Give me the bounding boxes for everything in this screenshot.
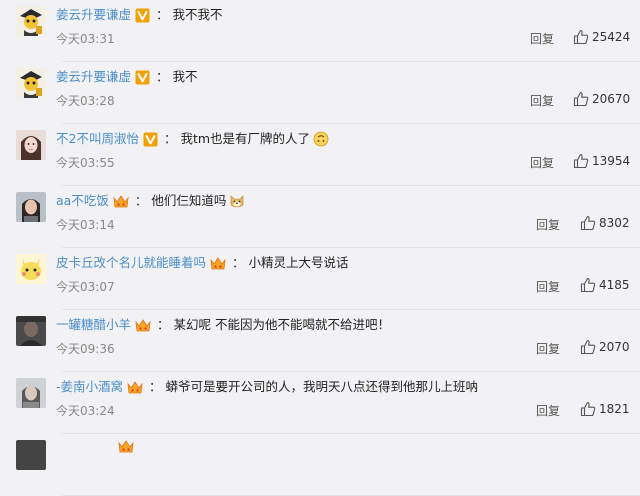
like-count: 2070	[599, 340, 630, 354]
avatar-pikachu-icon[interactable]	[16, 254, 46, 284]
avatar-dark-icon[interactable]	[16, 316, 46, 346]
comment-text: 我不	[172, 69, 198, 84]
username-link[interactable]: 不2不叫周淑怡	[56, 129, 139, 149]
colon-separator: ：	[134, 193, 148, 208]
comment-list: 姜云升要谦虚 ： 我不我不 今天03:31 回复 25424 姜云升要谦虚 ： …	[0, 0, 640, 496]
crown-badge-icon	[210, 256, 226, 271]
verified-v-badge-icon	[135, 8, 150, 23]
crown-badge-icon	[127, 380, 143, 395]
comment-header: aa不吃饭 ： 他们仨知道吗	[56, 191, 245, 211]
comment-text: 小精灵上大号说话	[248, 255, 349, 270]
thumbs-up-icon	[580, 215, 596, 231]
like-button[interactable]: 4185	[580, 277, 630, 293]
verified-v-badge-icon	[135, 70, 150, 85]
avatar-partial-icon	[16, 440, 46, 470]
username-link[interactable]: 姜云升要谦虚	[56, 67, 131, 87]
avatar-cartoon-icon[interactable]	[16, 6, 46, 36]
avatar-girl-icon[interactable]	[16, 130, 46, 160]
thumbs-up-icon	[580, 339, 596, 355]
comment-header: 皮卡丘改个名儿就能睡着吗 ： 小精灵上大号说话	[56, 253, 349, 273]
avatar-cartoon-icon[interactable]	[16, 68, 46, 98]
comment-text: 蟒爷可是要开公司的人，我明天八点还得到他那儿上班呐	[165, 379, 479, 394]
thumbs-up-icon	[573, 91, 589, 107]
comment-item: 皮卡丘改个名儿就能睡着吗 ： 小精灵上大号说话 今天03:07 回复 4185	[0, 248, 640, 310]
reply-button[interactable]: 回复	[536, 278, 560, 295]
comment-time: 今天03:55	[56, 156, 115, 170]
colon-separator: ：	[156, 69, 169, 84]
like-count: 25424	[592, 30, 631, 44]
avatar-person-icon[interactable]	[16, 192, 46, 222]
comment-header: 不2不叫周淑怡 ： 我tm也是有厂牌的人了	[56, 129, 329, 149]
verified-v-badge-icon	[143, 132, 158, 147]
comment-text: 我tm也是有厂牌的人了	[180, 131, 311, 146]
comment-text: 我不我不	[172, 7, 223, 22]
comment-item-partial	[0, 434, 640, 496]
comment-item: 不2不叫周淑怡 ： 我tm也是有厂牌的人了 今天03:55 回复 13954	[0, 124, 640, 186]
comment-item: aa不吃饭 ： 他们仨知道吗 今天03:14 回复 8302	[0, 186, 640, 248]
thumbs-up-icon	[573, 29, 589, 45]
comment-header: 姜云升要谦虚 ： 我不	[56, 67, 198, 87]
like-button[interactable]: 2070	[580, 339, 630, 355]
comment-time: 今天03:31	[56, 32, 115, 46]
like-count: 4185	[599, 278, 630, 292]
reply-button[interactable]: 回复	[536, 402, 560, 419]
comment-time: 今天03:28	[56, 94, 115, 108]
like-count: 13954	[592, 154, 631, 168]
crown-badge-icon	[135, 318, 151, 333]
like-button[interactable]: 1821	[580, 401, 630, 417]
comment-item: 姜云升要谦虚 ： 我不我不 今天03:31 回复 25424	[0, 0, 640, 62]
comment-text: 某幻呢 不能因为他不能喝就不给进吧！	[173, 317, 391, 332]
colon-separator: ：	[232, 255, 245, 270]
comment-item: 姜云升要谦虚 ： 我不 今天03:28 回复 20670	[0, 62, 640, 124]
comment-time: 今天03:14	[56, 218, 115, 232]
like-button[interactable]: 20670	[573, 91, 630, 107]
reply-button[interactable]: 回复	[536, 216, 560, 233]
like-button[interactable]: 8302	[580, 215, 630, 231]
colon-separator: ：	[157, 317, 170, 332]
comment-time: 今天03:07	[56, 280, 115, 294]
like-button[interactable]: 13954	[573, 153, 630, 169]
comment-time: 今天09:36	[56, 342, 115, 356]
thumbs-up-icon	[580, 277, 596, 293]
comment-text: 他们仨知道吗	[151, 193, 227, 208]
like-button[interactable]: 25424	[573, 29, 630, 45]
reply-button[interactable]: 回复	[530, 30, 554, 47]
crown-badge-icon	[113, 194, 129, 209]
thumbs-up-icon	[580, 401, 596, 417]
comment-item: 一罐糖醋小羊 ： 某幻呢 不能因为他不能喝就不给进吧！ 今天09:36 回复 2…	[0, 310, 640, 372]
reply-button[interactable]: 回复	[530, 92, 554, 109]
like-count: 8302	[599, 216, 630, 230]
username-link[interactable]: aa不吃饭	[56, 191, 109, 211]
comment-header: -姜南小酒窝 ： 蟒爷可是要开公司的人，我明天八点还得到他那儿上班呐	[56, 377, 478, 397]
reply-button[interactable]: 回复	[530, 154, 554, 171]
like-count: 1821	[599, 402, 630, 416]
comment-item: -姜南小酒窝 ： 蟒爷可是要开公司的人，我明天八点还得到他那儿上班呐 今天03:…	[0, 372, 640, 434]
username-link[interactable]: 一罐糖醋小羊	[56, 315, 131, 335]
reply-button[interactable]: 回复	[536, 340, 560, 357]
username-link[interactable]: -姜南小酒窝	[56, 377, 123, 397]
comment-header: 一罐糖醋小羊 ： 某幻呢 不能因为他不能喝就不给进吧！	[56, 315, 390, 335]
colon-separator: ：	[149, 379, 162, 394]
username-link[interactable]: 皮卡丘改个名儿就能睡着吗	[56, 253, 206, 273]
doge-emoji-icon	[226, 193, 245, 209]
avatar-gray-icon[interactable]	[16, 378, 46, 408]
upside-down-face-emoji-icon	[310, 131, 329, 147]
thumbs-up-icon	[573, 153, 589, 169]
colon-separator: ：	[156, 7, 169, 22]
comment-time: 今天03:24	[56, 404, 115, 418]
like-count: 20670	[592, 92, 631, 106]
comment-header-partial	[56, 436, 134, 456]
username-link[interactable]: 姜云升要谦虚	[56, 5, 131, 25]
colon-separator: ：	[163, 131, 177, 146]
crown-badge-icon	[118, 439, 134, 454]
comment-header: 姜云升要谦虚 ： 我不我不	[56, 5, 223, 25]
